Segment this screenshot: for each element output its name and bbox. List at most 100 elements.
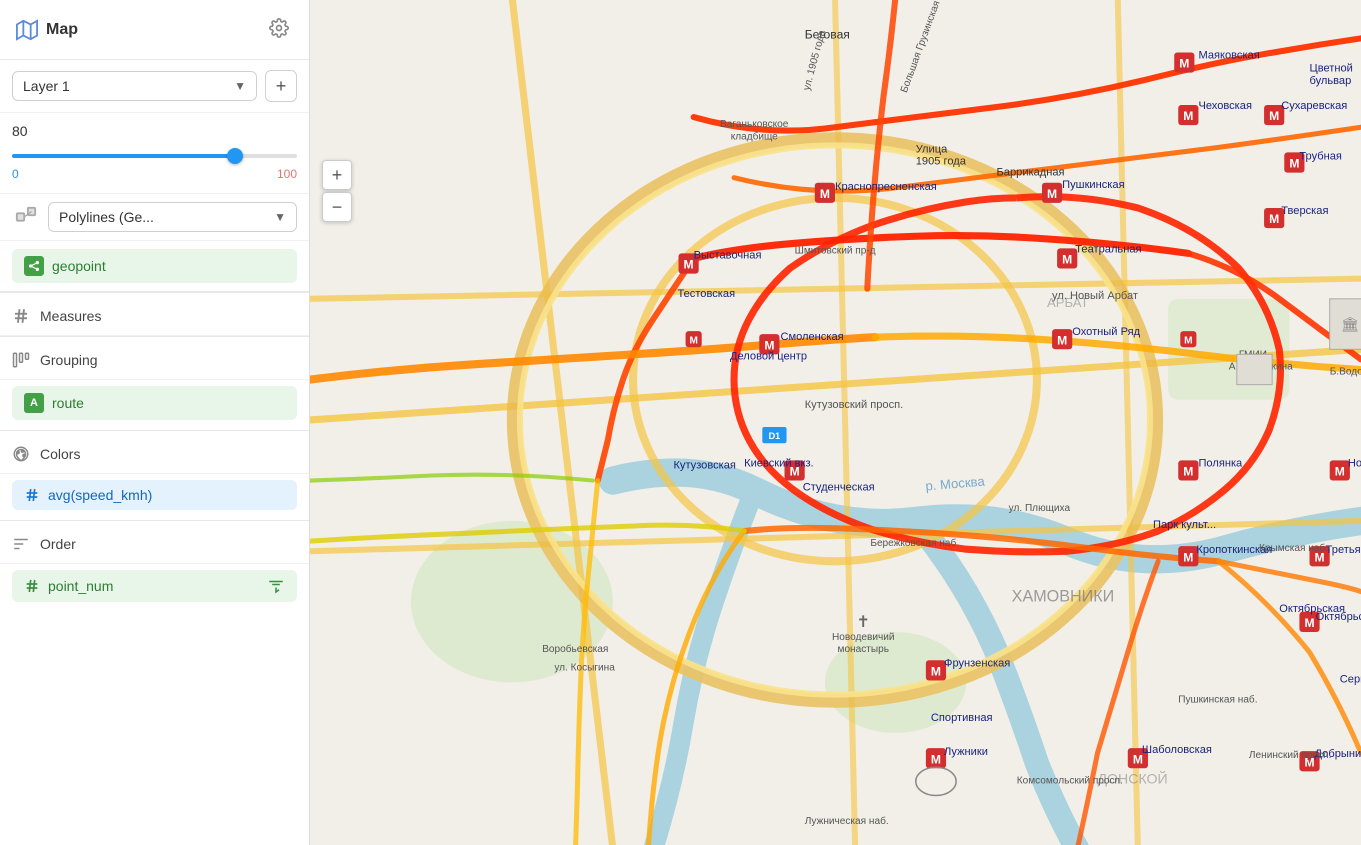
zoom-in-button[interactable]: + xyxy=(322,160,352,190)
svg-text:Смоленская: Смоленская xyxy=(780,331,843,343)
svg-text:Ленинский просп.: Ленинский просп. xyxy=(1249,750,1331,761)
map-area[interactable]: М М М М М М М М xyxy=(310,0,1361,845)
svg-text:М: М xyxy=(1289,157,1299,171)
svg-text:М: М xyxy=(1183,109,1193,123)
svg-text:Крымская наб.: Крымская наб. xyxy=(1259,542,1328,554)
svg-text:Лужническая наб.: Лужническая наб. xyxy=(805,815,889,827)
polylines-icon xyxy=(12,203,40,231)
svg-text:Краснопресненская: Краснопресненская xyxy=(835,181,937,193)
add-icon: + xyxy=(276,76,287,97)
svg-text:1905 года: 1905 года xyxy=(916,156,967,168)
order-chip-left: point_num xyxy=(24,578,113,594)
grouping-title: Grouping xyxy=(40,352,98,368)
svg-text:Кутузовский просп.: Кутузовский просп. xyxy=(805,399,904,411)
add-layer-button[interactable]: + xyxy=(265,70,297,102)
svg-text:Спортивная: Спортивная xyxy=(931,712,993,724)
svg-text:Выставочная: Выставочная xyxy=(694,249,762,261)
svg-text:М: М xyxy=(1057,333,1067,347)
grouping-icon xyxy=(12,351,30,369)
svg-text:Театральная: Театральная xyxy=(1075,243,1141,255)
svg-text:бульвар: бульвар xyxy=(1310,75,1352,87)
hash-icon xyxy=(12,307,30,325)
route-chip-icon: A xyxy=(24,393,44,413)
svg-text:кладбище: кладбище xyxy=(731,130,778,142)
svg-text:D1: D1 xyxy=(769,431,781,441)
order-field: point_num xyxy=(48,578,113,594)
layer-select[interactable]: Layer 1 ▼ xyxy=(12,71,257,101)
opacity-section: 80 0 100 xyxy=(0,113,309,194)
svg-text:Б.Водоотводный канал: Б.Водоотводный канал xyxy=(1330,367,1361,378)
svg-text:М: М xyxy=(1179,57,1189,71)
svg-text:🏛: 🏛 xyxy=(1341,316,1359,332)
svg-text:Баррикадная: Баррикадная xyxy=(997,167,1065,179)
geopoint-label: geopoint xyxy=(52,258,106,274)
svg-text:Шмитовский пр-д: Шмитовский пр-д xyxy=(795,245,876,256)
route-chip[interactable]: A route xyxy=(12,386,297,420)
svg-text:Ваганьковское: Ваганьковское xyxy=(720,119,789,130)
panel-header-left: Map xyxy=(16,19,78,41)
colors-field: avg(speed_kmh) xyxy=(48,487,152,503)
sort-icon xyxy=(267,577,285,595)
svg-text:Парк культ...: Парк культ... xyxy=(1153,519,1216,531)
map-icon xyxy=(16,19,38,41)
grouping-section-header: Grouping xyxy=(0,337,309,380)
svg-text:Деловой центр: Деловой центр xyxy=(730,350,807,362)
svg-text:М: М xyxy=(931,752,941,766)
svg-text:Тестовская: Тестовская xyxy=(677,288,735,300)
geometry-type: Polylines (Ge... xyxy=(59,209,154,225)
opacity-slider[interactable] xyxy=(12,154,297,158)
colors-icon xyxy=(12,445,30,463)
zoom-out-button[interactable]: − xyxy=(322,192,352,222)
left-panel: Map Layer 1 ▼ + 80 0 100 xyxy=(0,0,310,845)
order-section-header: Order xyxy=(0,521,309,564)
svg-text:Лужники: Лужники xyxy=(944,746,988,758)
svg-text:Цветной: Цветной xyxy=(1310,63,1353,75)
svg-text:М: М xyxy=(1184,335,1192,346)
svg-text:М: М xyxy=(820,187,830,201)
svg-text:Бережковская наб.: Бережковская наб. xyxy=(870,537,959,549)
gear-button[interactable] xyxy=(265,14,293,45)
opacity-value: 80 xyxy=(12,123,297,139)
svg-text:Сухаревская: Сухаревская xyxy=(1281,100,1347,112)
svg-text:Воробьевская: Воробьевская xyxy=(542,643,608,655)
svg-text:Фрунзенская: Фрунзенская xyxy=(944,657,1010,669)
svg-text:ул. Новый Арбат: ул. Новый Арбат xyxy=(1052,290,1138,302)
plus-icon: + xyxy=(332,165,343,186)
geopoint-chip[interactable]: geopoint xyxy=(12,249,297,283)
svg-text:Охотный Ряд: Охотный Ряд xyxy=(1072,326,1140,338)
geopoint-chip-row: geopoint xyxy=(0,241,309,292)
svg-text:М: М xyxy=(931,664,941,678)
geometry-chevron-icon: ▼ xyxy=(274,210,286,224)
order-chip[interactable]: point_num xyxy=(12,570,297,602)
svg-text:Улица: Улица xyxy=(916,143,948,155)
svg-text:Полянка: Полянка xyxy=(1198,457,1243,469)
svg-text:Новодевичий: Новодевичий xyxy=(832,632,895,643)
svg-text:Новокузнецкая: Новокузнецкая xyxy=(1348,457,1361,469)
route-label: route xyxy=(52,395,84,411)
svg-text:Кутузовская: Кутузовская xyxy=(673,459,735,471)
order-title: Order xyxy=(40,536,76,552)
svg-text:Серпуховская: Серпуховская xyxy=(1340,673,1361,685)
svg-text:М: М xyxy=(1269,109,1279,123)
slider-labels: 0 100 xyxy=(12,167,297,181)
slider-max: 100 xyxy=(277,167,297,181)
panel-title: Map xyxy=(46,21,78,39)
svg-text:Пушкинская: Пушкинская xyxy=(1062,179,1124,191)
colors-chip[interactable]: avg(speed_kmh) xyxy=(12,480,297,510)
geometry-select[interactable]: Polylines (Ge... ▼ xyxy=(48,202,297,232)
colors-section-header: Colors xyxy=(0,431,309,474)
layer-row: Layer 1 ▼ + xyxy=(0,60,309,113)
svg-text:Маяковская: Маяковская xyxy=(1198,50,1259,62)
svg-text:М: М xyxy=(1062,252,1072,266)
svg-text:Третьяковская: Третьяковская xyxy=(1326,544,1361,556)
svg-text:М: М xyxy=(684,258,694,272)
svg-text:М: М xyxy=(1183,550,1193,564)
svg-text:✝: ✝ xyxy=(856,613,870,631)
gear-icon xyxy=(269,18,289,38)
panel-header: Map xyxy=(0,0,309,60)
measures-section-header: Measures xyxy=(0,293,309,336)
chevron-down-icon: ▼ xyxy=(234,79,246,93)
map-svg: М М М М М М М М xyxy=(310,0,1361,845)
slider-min: 0 xyxy=(12,167,19,181)
svg-text:Трубная: Трубная xyxy=(1299,150,1342,162)
